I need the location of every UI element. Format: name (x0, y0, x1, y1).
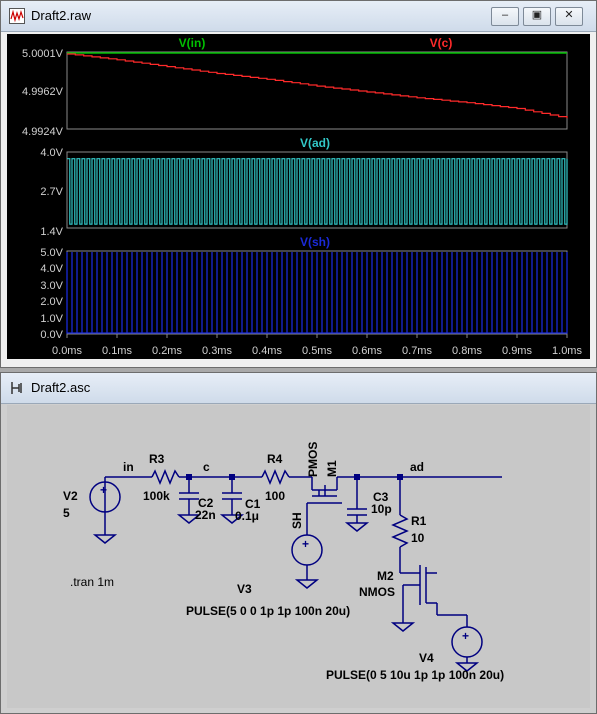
v2-ref[interactable]: V2 (63, 489, 78, 503)
r3-ref[interactable]: R3 (149, 452, 165, 466)
m2-value[interactable]: NMOS (359, 585, 395, 599)
x-tick-label: 0.4ms (252, 345, 282, 357)
c2-value[interactable]: 22n (195, 508, 216, 522)
trace-vad (67, 158, 568, 225)
m2-ref[interactable]: M2 (377, 569, 394, 583)
schematic-canvas[interactable]: + + + in c ad SH V2 5 R3 100k C2 22n C1 … (7, 405, 590, 708)
v4-value[interactable]: PULSE(0 5 10u 1p 1p 100n 20u) (326, 668, 504, 682)
pane-3-ytick-2: 3.0V (40, 280, 63, 292)
pane-2-ytick-0: 4.0V (40, 147, 63, 159)
pane-1-ytick-0: 5.0001V (22, 48, 64, 60)
v2-value[interactable]: 5 (63, 506, 70, 520)
x-tick-label: 1.0ms (552, 345, 582, 357)
v3-plus-icon: + (302, 537, 309, 551)
waveform-window-title: Draft2.raw (31, 8, 91, 23)
r4-ref[interactable]: R4 (267, 452, 283, 466)
waveform-plot-area[interactable]: 5.0001V 4.9962V 4.9924V V(in) V(c) V(ad)… (7, 34, 590, 359)
pane-1-ytick-1: 4.9962V (22, 86, 64, 98)
pane-2-ytick-2: 1.4V (40, 226, 63, 238)
r4-value[interactable]: 100 (265, 489, 285, 503)
x-tick-label: 0.8ms (452, 345, 482, 357)
pane-3-ytick-5: 0.0V (40, 329, 63, 341)
restore-button[interactable]: ▣ (523, 7, 551, 26)
x-tick-label: 0.1ms (102, 345, 132, 357)
schematic-titlebar[interactable]: Draft2.asc (1, 373, 596, 404)
m1-value[interactable]: PMOS (306, 442, 320, 477)
r1-value[interactable]: 10 (411, 531, 425, 545)
close-icon: ✕ (564, 9, 574, 21)
trace-label-vad[interactable]: V(ad) (300, 136, 330, 150)
x-tick-label: 0.9ms (502, 345, 532, 357)
x-tick-label: 0.0ms (52, 345, 82, 357)
restore-icon: ▣ (531, 9, 543, 21)
pane-3-ytick-3: 2.0V (40, 296, 63, 308)
x-tick-label: 0.5ms (302, 345, 332, 357)
schematic-window-title: Draft2.asc (31, 380, 91, 395)
pane-1-ytick-2: 4.9924V (22, 126, 64, 138)
v4-ref[interactable]: V4 (419, 651, 434, 665)
schematic-window: Draft2.asc + + + in c ad SH V2 5 R3 100k… (0, 372, 597, 714)
pane-2-ytick-1: 2.7V (40, 186, 63, 198)
close-button[interactable]: ✕ (555, 7, 583, 26)
trace-label-vc[interactable]: V(c) (430, 36, 453, 50)
schematic-app-icon (11, 382, 22, 394)
m1-ref[interactable]: M1 (325, 460, 339, 477)
c3-value[interactable]: 10p (371, 502, 392, 516)
v2-plus-icon: + (100, 483, 107, 497)
v3-value[interactable]: PULSE(5 0 0 1p 1p 100n 20u) (186, 604, 350, 618)
pane-3-ytick-4: 1.0V (40, 313, 63, 325)
r3-value[interactable]: 100k (143, 489, 170, 503)
v3-ref[interactable]: V3 (237, 582, 252, 596)
r1-ref[interactable]: R1 (411, 514, 427, 528)
c1-value[interactable]: 0.1μ (235, 509, 259, 523)
trace-vc (67, 53, 568, 119)
v4-plus-icon: + (462, 629, 469, 643)
net-label-ad[interactable]: ad (410, 460, 424, 474)
minimize-button[interactable]: – (491, 7, 519, 26)
x-axis-ticks: 0.0ms 0.1ms 0.2ms 0.3ms 0.4ms 0.5ms 0.6ms 0.7ms… (52, 334, 582, 357)
waveform-titlebar[interactable]: Draft2.raw – ▣ ✕ (1, 1, 596, 32)
x-tick-label: 0.3ms (202, 345, 232, 357)
x-tick-label: 0.7ms (402, 345, 432, 357)
trace-label-vin[interactable]: V(in) (179, 36, 206, 50)
net-label-c[interactable]: c (203, 460, 210, 474)
pane-3-ytick-0: 5.0V (40, 247, 63, 259)
waveform-window: Draft2.raw – ▣ ✕ 5.0001V 4.9962V 4.9924V… (0, 0, 597, 368)
waveform-app-icon (9, 8, 25, 24)
minimize-icon: – (501, 9, 509, 21)
spice-directive[interactable]: .tran 1m (70, 575, 114, 589)
trace-vsh (66, 252, 568, 334)
net-label-in[interactable]: in (123, 460, 134, 474)
trace-label-vsh[interactable]: V(sh) (300, 235, 330, 249)
x-tick-label: 0.6ms (352, 345, 382, 357)
net-label-sh[interactable]: SH (290, 512, 304, 529)
pane-3-ytick-1: 4.0V (40, 263, 63, 275)
x-tick-label: 0.2ms (152, 345, 182, 357)
